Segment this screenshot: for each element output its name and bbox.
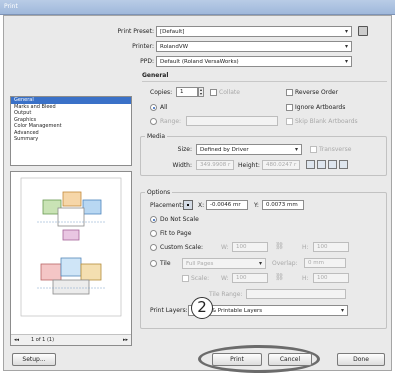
placement-grid-icon[interactable] (183, 200, 193, 210)
link-proportions-icon[interactable]: ⛓ (275, 242, 284, 250)
cancel-button[interactable]: Cancel (268, 353, 312, 366)
ignore-artboards-checkbox[interactable] (286, 104, 293, 111)
next-page-arrow-icon[interactable]: ▸▸ (123, 337, 128, 343)
range-label: Range: (160, 118, 182, 125)
size-select[interactable]: Defined by Driver (196, 144, 302, 155)
custom-w-label: W: (221, 244, 229, 251)
tile-h-label: H: (302, 275, 309, 282)
custom-w-input[interactable]: 100 (232, 242, 268, 252)
sidebar-item-summary[interactable]: Summary (11, 136, 131, 143)
x-input[interactable]: -0.0046 mr (206, 200, 248, 210)
print-preset-label: Print Preset: (117, 28, 154, 35)
media-group (140, 136, 387, 176)
y-label: Y: (254, 202, 259, 209)
category-list: General Marks and Bleed Output Graphics … (10, 96, 132, 166)
save-preset-icon[interactable] (358, 26, 368, 36)
tile-w-label: W: (221, 275, 229, 282)
printer-label: Printer: (132, 43, 154, 50)
print-preset-select[interactable]: [Default] (156, 26, 352, 37)
tile-range-label: Tile Range: (209, 291, 243, 298)
preview-artwork (20, 177, 122, 317)
fit-to-page-label: Fit to Page (160, 230, 192, 237)
size-label: Size: (177, 146, 192, 153)
flipped-landscape-icon[interactable] (339, 160, 348, 169)
placement-label: Placement: (150, 202, 184, 209)
print-dialog: Print Preset: [Default] Printer: RolandV… (3, 15, 392, 373)
ppd-label: PPD: (140, 58, 154, 65)
tile-scale-checkbox[interactable] (182, 275, 189, 282)
portrait-orientation-icon[interactable] (306, 160, 315, 169)
setup-button[interactable]: Setup... (12, 353, 56, 366)
print-button[interactable]: Print (212, 353, 262, 366)
annotation-number: 2 (191, 297, 213, 319)
media-heading: Media (145, 133, 168, 140)
tile-scale-label: Scale: (191, 275, 210, 282)
x-label: X: (198, 202, 205, 209)
tile-w-input[interactable]: 100 (232, 273, 268, 283)
width-input[interactable]: 349.9908 r (196, 160, 234, 170)
width-label: Width: (172, 162, 192, 169)
tile-label: Tile (160, 260, 171, 267)
tile-select[interactable]: Full Pages (182, 258, 266, 269)
do-not-scale-label: Do Not Scale (160, 216, 199, 223)
height-label: Height: (238, 162, 260, 169)
overlap-label: Overlap: (272, 260, 298, 267)
prev-page-arrow-icon[interactable]: ◂◂ (14, 337, 19, 343)
skip-blank-label: Skip Blank Artboards (295, 118, 358, 125)
copies-input[interactable]: 1 (176, 87, 198, 97)
page-count-text: 1 of 1 (1) (31, 337, 55, 343)
skip-blank-checkbox[interactable] (286, 118, 293, 125)
flipped-portrait-icon[interactable] (328, 160, 337, 169)
copies-label: Copies: (150, 89, 173, 96)
options-heading: Options (145, 189, 173, 196)
tile-link-icon[interactable]: ⛓ (275, 273, 284, 281)
title-bar: Print (0, 0, 395, 15)
overlap-input[interactable]: 0 mm (304, 258, 346, 268)
done-button[interactable]: Done (337, 353, 385, 366)
general-divider (142, 81, 387, 82)
custom-h-label: H: (302, 244, 309, 251)
tile-h-input[interactable]: 100 (313, 273, 349, 283)
range-input[interactable] (186, 116, 278, 126)
printer-select[interactable]: RolandVW (156, 41, 352, 52)
ignore-artboards-label: Ignore Artboards (295, 104, 346, 111)
range-radio[interactable] (150, 118, 157, 125)
preview-pager: ◂◂ 1 of 1 (1) ▸▸ (11, 334, 131, 345)
ppd-select[interactable]: Default (Roland VersaWorks) (156, 56, 352, 67)
window-title: Print (4, 3, 18, 10)
copies-stepper-icon[interactable]: ▴ ▾ (198, 87, 204, 97)
all-label: All (160, 104, 168, 111)
transverse-checkbox[interactable] (310, 146, 317, 153)
collate-label: Collate (219, 89, 240, 96)
reverse-order-label: Reverse Order (295, 89, 339, 96)
tile-radio[interactable] (150, 260, 157, 267)
custom-h-input[interactable]: 100 (313, 242, 349, 252)
custom-scale-label: Custom Scale: (160, 244, 204, 251)
print-layers-label: Print Layers: (150, 307, 188, 314)
landscape-orientation-icon[interactable] (317, 160, 326, 169)
reverse-order-checkbox[interactable] (286, 89, 293, 96)
general-heading: General (142, 72, 169, 79)
all-radio[interactable] (150, 104, 157, 111)
tile-range-input[interactable] (246, 289, 346, 299)
collate-checkbox[interactable] (210, 89, 217, 96)
fit-to-page-radio[interactable] (150, 230, 157, 237)
print-preview[interactable]: ◂◂ 1 of 1 (1) ▸▸ (10, 171, 132, 346)
height-input[interactable]: 480.0247 r (262, 160, 300, 170)
transverse-label: Transverse (319, 146, 352, 153)
do-not-scale-radio[interactable] (150, 216, 157, 223)
y-input[interactable]: 0.0073 mm (262, 200, 304, 210)
custom-scale-radio[interactable] (150, 244, 157, 251)
